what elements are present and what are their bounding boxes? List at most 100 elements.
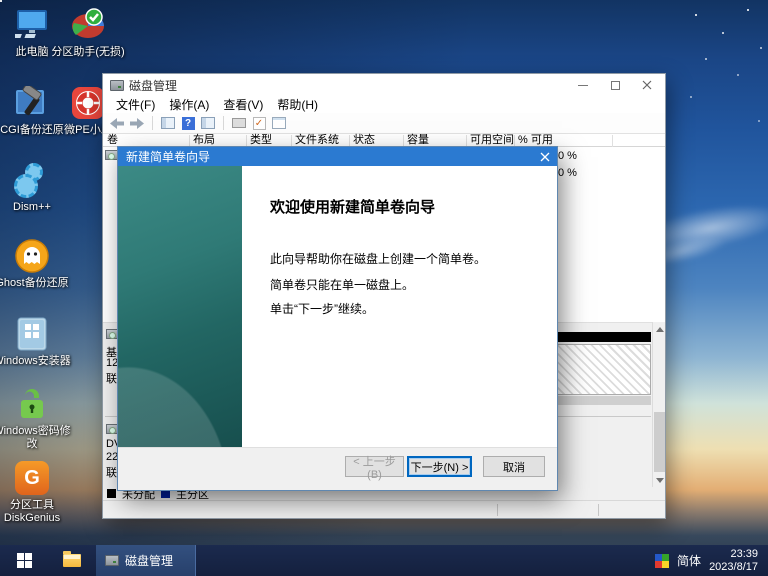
column-filesystem[interactable]: 文件系统 (295, 134, 339, 147)
back-button[interactable]: < 上一步(B) (345, 456, 404, 477)
desktop-icon-label: 分区工具 DiskGenius (0, 499, 71, 525)
column-percent-free[interactable]: % 可用 (518, 134, 553, 147)
help-button[interactable]: ? (180, 116, 196, 130)
list-view-icon (272, 117, 286, 129)
close-button[interactable] (631, 74, 663, 96)
maximize-button[interactable] (599, 74, 631, 96)
column-volume[interactable]: 卷 (107, 134, 118, 147)
folder-icon (63, 554, 81, 567)
new-simple-volume-wizard-dialog: 新建简单卷向导 欢迎使用新建简单卷向导 此向导帮助你在磁盘上创建一个简单卷。 简… (118, 147, 557, 490)
desktop-icon-label: 分区助手(无损) (51, 46, 124, 59)
close-icon (540, 152, 550, 162)
volume-percent-free: 0 % (558, 167, 577, 179)
toolbar-separator (223, 116, 224, 130)
status-bar-separator (598, 504, 599, 516)
wizard-heading: 欢迎使用新建简单卷向导 (270, 196, 435, 217)
ghost-icon (14, 238, 50, 274)
diskgenius-icon: G (14, 460, 50, 496)
desktop-icon-windows-installer[interactable]: Windows安装器 (0, 316, 71, 368)
ime-color-icon[interactable] (655, 554, 669, 568)
taskbar-app-label: 磁盘管理 (125, 552, 173, 569)
wizard-title: 新建简单卷向导 (126, 148, 210, 165)
menu-action[interactable]: 操作(A) (162, 95, 216, 114)
menu-help[interactable]: 帮助(H) (270, 95, 325, 114)
lifebuoy-icon (70, 85, 106, 121)
desktop-icon-windows-password[interactable]: Windows密码修改 (0, 386, 71, 451)
scroll-up-button[interactable] (653, 322, 666, 336)
disk-management-app-icon (110, 80, 124, 91)
menu-view[interactable]: 查看(V) (216, 95, 270, 114)
back-button[interactable] (109, 116, 125, 130)
desktop-icon-partition-assistant[interactable]: 分区助手(无损) (49, 7, 127, 59)
stars (0, 0, 2, 2)
column-layout[interactable]: 布局 (193, 134, 215, 147)
column-status[interactable]: 状态 (353, 134, 375, 147)
column-type[interactable]: 类型 (250, 134, 272, 147)
help-icon: ? (182, 117, 195, 130)
properties-icon (201, 117, 215, 129)
taskbar-app-disk-management[interactable]: 磁盘管理 (96, 545, 196, 576)
wizard-close-button[interactable] (537, 149, 553, 164)
action-button[interactable] (231, 116, 247, 130)
console-tree-icon (161, 117, 175, 129)
vertical-scrollbar[interactable] (652, 322, 665, 487)
cdrom-label-fragment: 22 (106, 451, 118, 463)
column-separator (189, 135, 190, 147)
close-icon (642, 80, 652, 90)
taskbar-clock[interactable]: 23:39 2023/8/17 (709, 548, 762, 574)
properties-button[interactable] (200, 116, 216, 130)
desktop-icon-label: 此电脑 (16, 46, 49, 59)
disk-management-app-icon (105, 555, 119, 566)
minimize-button[interactable] (567, 74, 599, 96)
menu-bar: 文件(F) 操作(A) 查看(V) 帮助(H) (103, 96, 665, 113)
scrollbar-thumb[interactable] (654, 412, 665, 472)
wizard-paragraph: 此向导帮助你在磁盘上创建一个简单卷。 (270, 250, 486, 267)
unallocated-bar-header[interactable] (556, 332, 651, 342)
next-button[interactable]: 下一步(N) > (407, 456, 472, 477)
forward-arrow-icon (130, 118, 144, 129)
disk-bar-base (556, 396, 651, 405)
scroll-down-button[interactable] (653, 473, 666, 487)
column-free-space[interactable]: 可用空间 (470, 134, 514, 147)
desktop-icon-dism[interactable]: Dism++ (0, 162, 71, 214)
lock-icon (14, 386, 50, 422)
desktop-icon-ghost-backup[interactable]: Ghost备份还原 (0, 238, 71, 290)
volume-list-header: 卷 布局 类型 文件系统 状态 容量 可用空间 % 可用 (103, 133, 665, 147)
disk0-label-fragment: 联 (106, 370, 117, 386)
desktop-icon-label: Windows安装器 (0, 355, 71, 368)
desktop-icon-diskgenius[interactable]: G 分区工具 DiskGenius (0, 460, 71, 525)
disk0-label-fragment: 12 (106, 357, 118, 369)
back-arrow-icon (110, 118, 124, 129)
legend-unallocated-swatch (107, 489, 116, 498)
list-view-button[interactable] (271, 116, 287, 130)
clock-date: 2023/8/17 (709, 561, 758, 574)
ime-language-indicator[interactable]: 简体 (677, 552, 701, 569)
scroll-down-icon (656, 478, 664, 483)
forward-button[interactable] (129, 116, 145, 130)
column-separator (246, 135, 247, 147)
cancel-button[interactable]: 取消 (483, 456, 545, 477)
volume-row-icon[interactable] (105, 150, 118, 160)
desktop-icon-label: Ghost备份还原 (0, 277, 69, 290)
selected-unallocated-region[interactable] (556, 344, 651, 395)
pie-disk-icon (70, 7, 106, 43)
start-button[interactable] (0, 545, 48, 576)
task-check-button[interactable]: ✓ (251, 116, 267, 130)
column-separator (403, 135, 404, 147)
window-controls (567, 74, 663, 96)
system-tray: 简体 23:39 2023/8/17 (655, 545, 768, 576)
file-explorer-button[interactable] (48, 545, 96, 576)
hammer-screen-icon (14, 85, 50, 121)
windows-box-icon (14, 316, 50, 352)
computer-icon (14, 7, 50, 43)
minimize-icon (578, 85, 588, 86)
column-separator (514, 135, 515, 147)
console-tree-button[interactable] (160, 116, 176, 130)
column-separator (291, 135, 292, 147)
scroll-up-icon (656, 327, 664, 332)
column-capacity[interactable]: 容量 (407, 134, 429, 147)
clock-time: 23:39 (709, 548, 758, 561)
toolbar-separator (152, 116, 153, 130)
wizard-titlebar[interactable]: 新建简单卷向导 (118, 147, 557, 166)
menu-file[interactable]: 文件(F) (109, 95, 162, 114)
